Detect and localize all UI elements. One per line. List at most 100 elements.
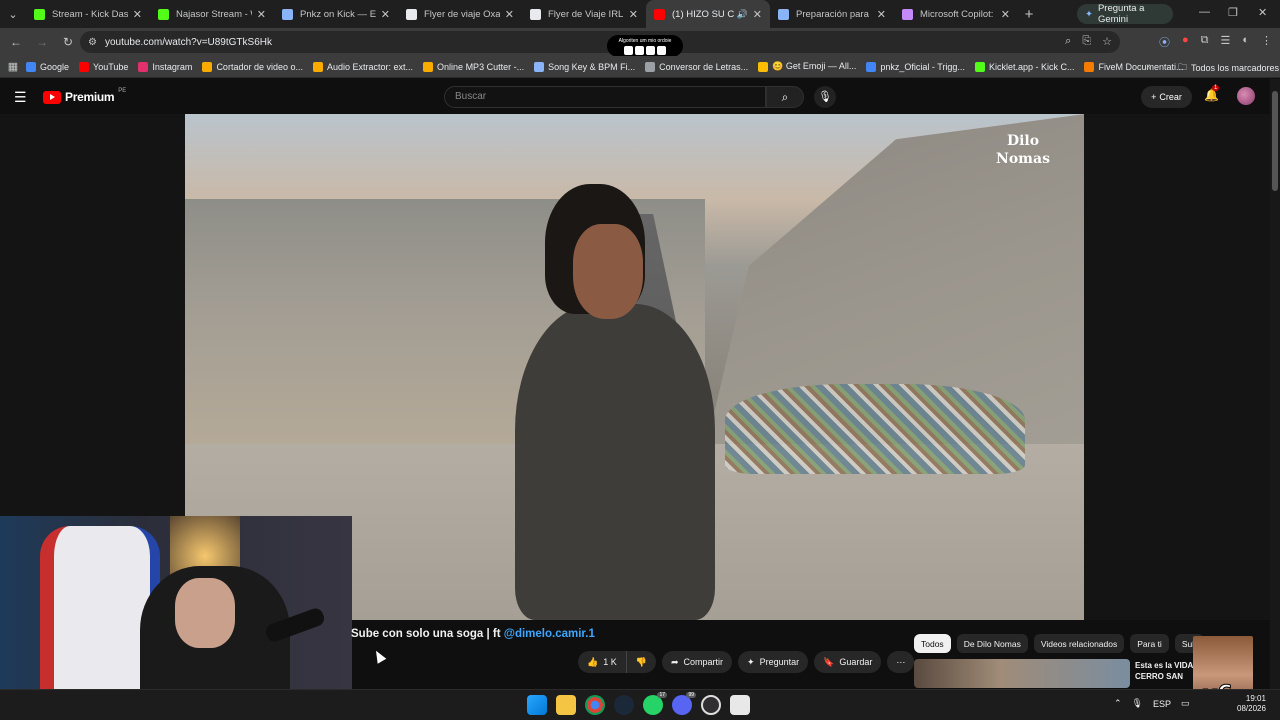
- recommended-video-title[interactable]: Esta es la VIDA CERRO SAN CO: [1135, 660, 1195, 684]
- bookmark-9[interactable]: pnkz_Oficial - Trigg...: [866, 61, 965, 72]
- share-button[interactable]: ➦ Compartir: [661, 651, 733, 673]
- zoom-icon[interactable]: ⌕: [1065, 35, 1071, 48]
- bookmark-6[interactable]: Song Key & BPM Fi...: [534, 61, 635, 72]
- save-button[interactable]: 🔖 Guardar: [814, 651, 882, 673]
- media-icon-3[interactable]: [646, 46, 655, 55]
- thumbs-up-icon: 👍: [587, 656, 599, 667]
- whatsapp-icon[interactable]: 17: [643, 692, 667, 715]
- extensions-puzzle-icon[interactable]: ⧉: [1201, 34, 1209, 50]
- discord-icon[interactable]: 99: [672, 692, 696, 715]
- chrome-icon[interactable]: [585, 695, 605, 715]
- tray-chevron-icon[interactable]: ⌃: [1114, 698, 1122, 709]
- search-input[interactable]: Buscar: [444, 86, 766, 108]
- tab-6[interactable]: Preparación para Ide ✕: [770, 0, 894, 28]
- tab-close-icon[interactable]: ✕: [877, 8, 886, 21]
- bookmark-7[interactable]: Conversor de Letras...: [645, 61, 748, 72]
- tab-close-icon[interactable]: ✕: [629, 8, 638, 21]
- bookmark-5[interactable]: Online MP3 Cutter -...: [423, 61, 524, 72]
- bookmark-3[interactable]: Cortador de video o...: [202, 61, 303, 72]
- recommended-video-thumbnail[interactable]: [914, 659, 1130, 688]
- tab-close-icon[interactable]: ✕: [753, 8, 762, 21]
- bookmark-11[interactable]: FiveM Documentati...: [1084, 61, 1184, 72]
- tab-close-icon[interactable]: ✕: [133, 8, 142, 21]
- tab-1[interactable]: Najasor Stream - Wat ✕: [150, 0, 274, 28]
- tab-4[interactable]: Flyer de Viaje IRL ✕: [522, 0, 646, 28]
- tab-groups-icon[interactable]: ☰: [1220, 34, 1230, 50]
- thumbs-down-icon: 👎: [635, 656, 647, 667]
- profile-icon[interactable]: ◐: [1242, 34, 1249, 50]
- bookmark-8[interactable]: 😊 Get Emoji — All...: [758, 61, 856, 72]
- gemini-button[interactable]: ✦ Pregunta a Gemini: [1077, 3, 1173, 25]
- tab-3[interactable]: Flyer de viaje Oxapam ✕: [398, 0, 522, 28]
- reload-icon[interactable]: ↻: [56, 35, 80, 49]
- new-tab-button[interactable]: +: [1018, 6, 1040, 23]
- all-bookmarks-label: Todos los marcadores: [1191, 63, 1280, 73]
- chip-1[interactable]: De Dilo Nomas: [956, 634, 1028, 653]
- site-info-icon[interactable]: ⚙: [88, 37, 97, 48]
- network-icon[interactable]: ▭: [1181, 698, 1190, 709]
- ask-button[interactable]: ✦ Preguntar: [738, 651, 809, 673]
- bookmark-2[interactable]: Instagram: [138, 61, 192, 72]
- tab-close-icon[interactable]: ✕: [505, 8, 514, 21]
- chip-0[interactable]: Todos: [914, 634, 951, 653]
- bookmarks-more-icon[interactable]: »: [1146, 61, 1152, 72]
- search-button[interactable]: ⌕: [766, 86, 804, 108]
- create-button[interactable]: + Crear: [1141, 86, 1192, 108]
- bookmark-1[interactable]: YouTube: [79, 61, 128, 72]
- minimize-icon[interactable]: —: [1199, 6, 1210, 18]
- tab-close-icon[interactable]: ✕: [1001, 8, 1010, 21]
- language-indicator[interactable]: ESP: [1153, 699, 1171, 709]
- bookmark-star-icon[interactable]: ☆: [1102, 35, 1112, 48]
- url-text[interactable]: youtube.com/watch?v=U89tGTkS6Hk: [105, 37, 272, 48]
- restore-icon[interactable]: ❐: [1228, 6, 1238, 19]
- chip-2[interactable]: Videos relacionados: [1033, 634, 1125, 653]
- bookmark-icon: 🔖: [823, 656, 835, 667]
- media-controls-pill[interactable]: Algoriten um mio ordoie: [607, 35, 683, 57]
- scrollbar-thumb[interactable]: [1272, 91, 1278, 191]
- bookmark-10[interactable]: Kicklet.app - Kick C...: [974, 61, 1074, 72]
- extension-icon-2[interactable]: ●: [1182, 34, 1189, 50]
- dislike-button[interactable]: 👎: [626, 651, 656, 673]
- media-icon-4[interactable]: [657, 46, 666, 55]
- bookmark-favicon-icon: [1084, 61, 1095, 72]
- plus-icon: +: [1151, 92, 1157, 102]
- tab-5[interactable]: (1) HIZO SU CASA🔊 ✕: [646, 0, 770, 28]
- bookmark-0[interactable]: Google: [26, 61, 69, 72]
- hamburger-menu-icon[interactable]: ☰: [14, 89, 27, 106]
- obs-icon[interactable]: [701, 695, 721, 715]
- taskbar-clock[interactable]: 19:01 08/2026: [1237, 694, 1266, 714]
- tab-2[interactable]: Pnkz on Kick — Enga ✕: [274, 0, 398, 28]
- more-actions-button[interactable]: ⋯: [887, 651, 915, 673]
- apps-grid-icon[interactable]: ▦: [0, 60, 26, 73]
- tab-close-icon[interactable]: ✕: [381, 8, 390, 21]
- chip-3[interactable]: Para ti: [1130, 634, 1169, 653]
- like-button[interactable]: 👍 1 K: [578, 651, 627, 673]
- media-icon-1[interactable]: [624, 46, 633, 55]
- all-bookmarks[interactable]: 🗀 Todos los marcadores: [1178, 60, 1279, 76]
- tab-search-icon[interactable]: ⌄: [0, 0, 26, 28]
- snipping-tool-icon[interactable]: [730, 695, 750, 715]
- file-explorer-icon[interactable]: [556, 695, 576, 715]
- close-window-icon[interactable]: ✕: [1258, 6, 1267, 19]
- extension-icon-1[interactable]: ⦿: [1159, 34, 1170, 50]
- avatar[interactable]: [1237, 87, 1255, 105]
- page-scrollbar[interactable]: [1270, 79, 1280, 689]
- tray-mic-icon[interactable]: 🎙: [1132, 698, 1143, 709]
- voice-search-button[interactable]: 🎙: [814, 86, 836, 108]
- cast-icon[interactable]: ⎘: [1082, 35, 1091, 48]
- tab-audio-icon[interactable]: 🔊: [737, 9, 748, 20]
- tab-0[interactable]: Stream - Kick Dashbo ✕: [26, 0, 150, 28]
- media-icon-2[interactable]: [635, 46, 644, 55]
- bookmark-4[interactable]: Audio Extractor: ext...: [313, 61, 413, 72]
- windows-start-icon[interactable]: [527, 695, 547, 715]
- menu-kebab-icon[interactable]: ⋮: [1261, 34, 1272, 50]
- search-icon: ⌕: [781, 90, 789, 104]
- forward-icon[interactable]: →: [30, 35, 54, 49]
- video-title-mention[interactable]: @dimelo.camir.1: [504, 628, 595, 640]
- address-bar[interactable]: ⚙ youtube.com/watch?v=U89tGTkS6Hk ⌕ ⎘ ☆: [80, 31, 1120, 53]
- steam-icon[interactable]: [614, 695, 634, 715]
- tab-close-icon[interactable]: ✕: [257, 8, 266, 21]
- back-icon[interactable]: ←: [4, 35, 28, 49]
- youtube-logo[interactable]: Premium PE: [43, 88, 126, 104]
- tab-7[interactable]: Microsoft Copilot: tu ✕: [894, 0, 1018, 28]
